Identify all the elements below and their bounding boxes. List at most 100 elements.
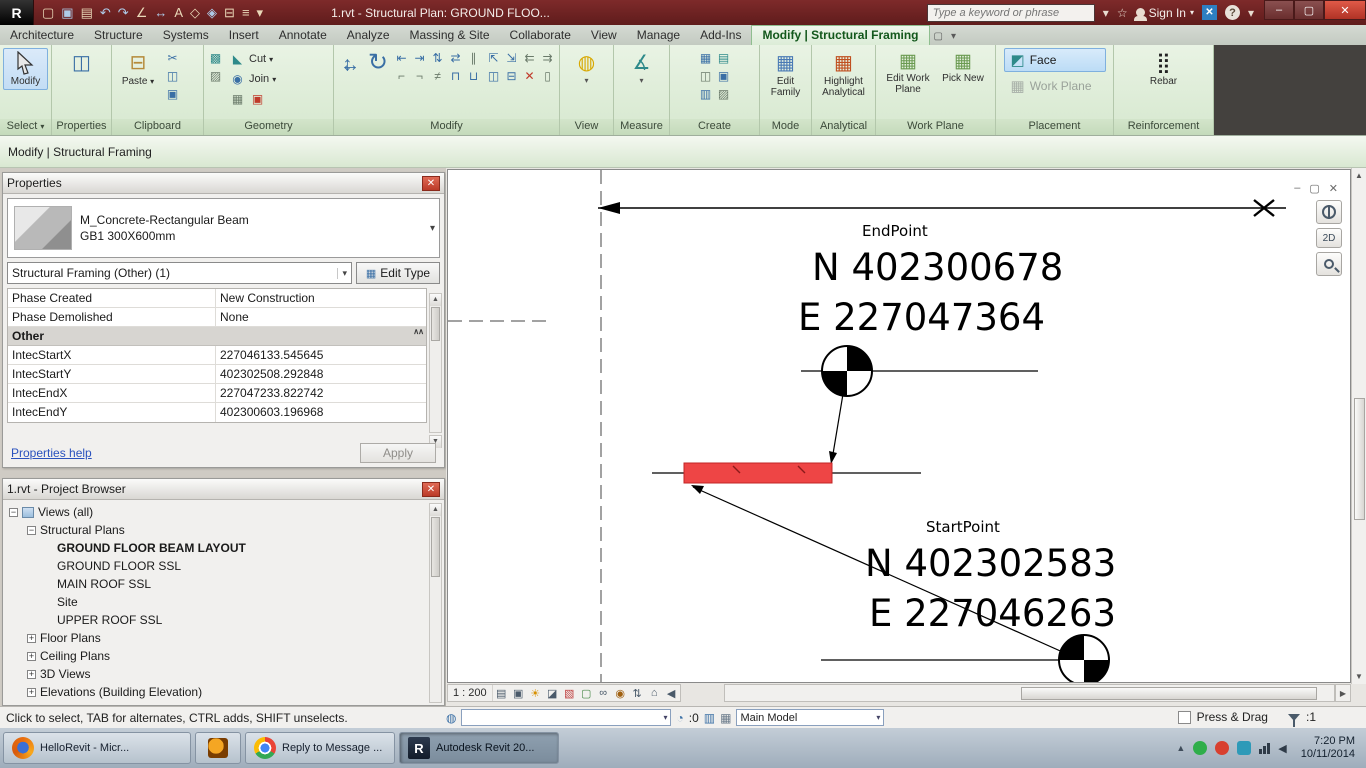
save-icon[interactable]: ▣ [61,6,73,19]
measure-tool-button[interactable]: ∡ ▾ [619,48,665,88]
tab-massing-site[interactable]: Massing & Site [400,26,500,45]
minimize-button[interactable]: – [1264,0,1294,20]
tab-modify-structural-framing[interactable]: Modify | Structural Framing [751,25,930,45]
edit-work-plane-button[interactable]: ▦ Edit Work Plane [882,48,934,97]
project-browser-header[interactable]: 1.rvt - Project Browser ✕ [3,479,444,500]
extend-icon[interactable]: ¬ [411,68,428,84]
panel-label-select[interactable]: Select ▾ [0,119,51,135]
hide-elements-button[interactable]: ◍ ▾ [564,48,610,88]
pin-icon[interactable]: ∥ [465,50,482,66]
scroll-left-icon[interactable]: ◀ [663,687,680,700]
detail-level-icon[interactable]: ▤ [493,687,510,700]
properties-scrollbar[interactable]: ▲ [429,293,442,433]
pick-new-work-plane-button[interactable]: ▦ Pick New [937,48,989,86]
create-group-icon[interactable]: ▦ [697,50,714,66]
scroll-down-icon[interactable]: ▼ [1352,672,1366,681]
match-type-icon[interactable]: ▣ [164,86,181,102]
properties-close-button[interactable]: ✕ [422,175,440,191]
cope-icon[interactable]: ▩ [207,50,224,66]
collapse-icon[interactable]: − [27,525,36,535]
network-icon[interactable] [1259,742,1271,754]
close-button[interactable]: ✕ [1324,0,1366,20]
property-row[interactable]: IntecEndY 402300603.196968 [8,403,426,422]
search-icon[interactable]: ▾ [1103,6,1109,20]
subscription-icon[interactable]: ☆ [1117,6,1128,20]
array-icon[interactable]: ⊓ [447,68,464,84]
steering-wheel-button[interactable] [1316,200,1342,224]
scroll-up-icon[interactable]: ▲ [430,504,441,516]
highlight-analytical-button[interactable]: ▦ Highlight Analytical [815,48,872,101]
exclude-options-icon[interactable]: ▦ [720,711,731,725]
property-row[interactable]: IntecStartX 227046133.545645 [8,346,426,365]
properties-header[interactable]: Properties ✕ [3,173,444,194]
ribbon-display-toggle-icon[interactable]: ▢ [930,31,947,45]
cut-geometry-button[interactable]: ◣ Cut ▾ [227,50,330,68]
tree-item-views[interactable]: − Views (all) [5,503,442,521]
drawing-canvas[interactable]: EndPoint N 402300678 E 227047364 StartPo… [447,169,1351,683]
view-restore-icon[interactable]: ▢ [1309,182,1319,195]
tree-item-3d-views[interactable]: + 3D Views [5,665,442,683]
collapse-icon[interactable]: − [9,507,18,517]
tree-item-ceiling-plans[interactable]: + Ceiling Plans [5,647,442,665]
property-row[interactable]: Phase Demolished None [8,308,426,327]
property-row[interactable]: Phase Created New Construction [8,289,426,308]
drawing-area[interactable]: EndPoint N 402300678 E 227047364 StartPo… [446,168,1366,706]
mirror-axis-icon[interactable]: ⇅ [429,50,446,66]
rotate-button[interactable]: ↻ [366,48,390,78]
taskbar-revit-button[interactable]: R Autodesk Revit 20... [399,732,559,764]
tree-item-floor-plans[interactable]: + Floor Plans [5,629,442,647]
offset-icon[interactable]: ⇥ [411,50,428,66]
help-icon[interactable]: ? [1224,5,1240,20]
type-selector-dropdown-icon[interactable]: ▾ [430,223,435,234]
ribbon-display-dropdown-icon[interactable]: ▾ [947,31,960,45]
split-icon[interactable]: ≠ [429,68,446,84]
tree-item-site[interactable]: Site [5,593,442,611]
apply-button[interactable]: Apply [360,443,436,463]
scroll-up-icon[interactable]: ▲ [1352,168,1366,180]
expand-icon[interactable]: + [27,651,36,661]
redo-icon[interactable]: ↷ [118,6,129,19]
tray-green-status-icon[interactable] [1193,741,1208,755]
tree-item-structural-plans[interactable]: − Structural Plans [5,521,442,539]
taskbar-app-button[interactable] [195,732,241,764]
tree-item-ground-floor-ssl[interactable]: GROUND FLOOR SSL [5,557,442,575]
project-browser-close-button[interactable]: ✕ [422,481,440,497]
expand-icon[interactable]: + [27,669,36,679]
expand-icon[interactable]: + [27,687,36,697]
beam-joins-icon[interactable]: ▦ [229,91,246,107]
apply-coping-icon[interactable]: ▨ [207,68,224,84]
editable-only-icon[interactable]: ◔ [676,711,683,725]
restore-button[interactable]: ▢ [1294,0,1324,20]
tab-view[interactable]: View [581,26,627,45]
property-group-header[interactable]: Other ∧∧ [8,327,426,346]
design-options-select[interactable]: Main Model ▾ [736,709,885,726]
paste-aligned-icon[interactable]: ⇲ [503,50,520,66]
property-row[interactable]: IntecEndX 227047233.822742 [8,384,426,403]
horizontal-scrollbar[interactable] [724,684,1335,702]
help-dropdown-icon[interactable]: ▾ [1248,6,1254,20]
worksets-select[interactable]: ▾ [461,709,672,726]
cut-to-clipboard-icon[interactable]: ✂ [164,50,181,66]
create-legend-icon[interactable]: ▨ [715,86,732,102]
mirror-icon[interactable]: ⇄ [447,50,464,66]
tree-item-main-roof-ssl[interactable]: MAIN ROOF SSL [5,575,442,593]
section-icon[interactable]: ⊟ [224,6,235,19]
crop-view-icon[interactable]: ▧ [561,687,578,700]
tray-red-status-icon[interactable] [1215,741,1230,755]
element-filter-select[interactable]: Structural Framing (Other) (1) ▾ [7,262,352,284]
tab-annotate[interactable]: Annotate [269,26,337,45]
expand-icon[interactable]: + [27,633,36,643]
vertical-scrollbar[interactable]: ▲ ▼ [1351,168,1366,684]
temporary-hide-isolate-icon[interactable]: ∞ [595,687,612,699]
analytical-model-icon[interactable]: ⌂ [646,687,663,699]
clock[interactable]: 7:20 PM 10/11/2014 [1295,735,1355,761]
create-parts-icon[interactable]: ▣ [715,68,732,84]
collapse-group-icon[interactable]: ∧∧ [413,327,426,345]
trim-icon[interactable]: ⌐ [393,68,410,84]
tab-architecture[interactable]: Architecture [0,26,84,45]
tray-blue-status-icon[interactable] [1237,741,1252,755]
demolish-icon[interactable]: ▯ [539,68,556,84]
align-icon[interactable]: ⇤ [393,50,410,66]
print-icon[interactable]: ▤ [81,6,93,19]
worksharing-display-icon[interactable]: ⇅ [629,687,646,700]
